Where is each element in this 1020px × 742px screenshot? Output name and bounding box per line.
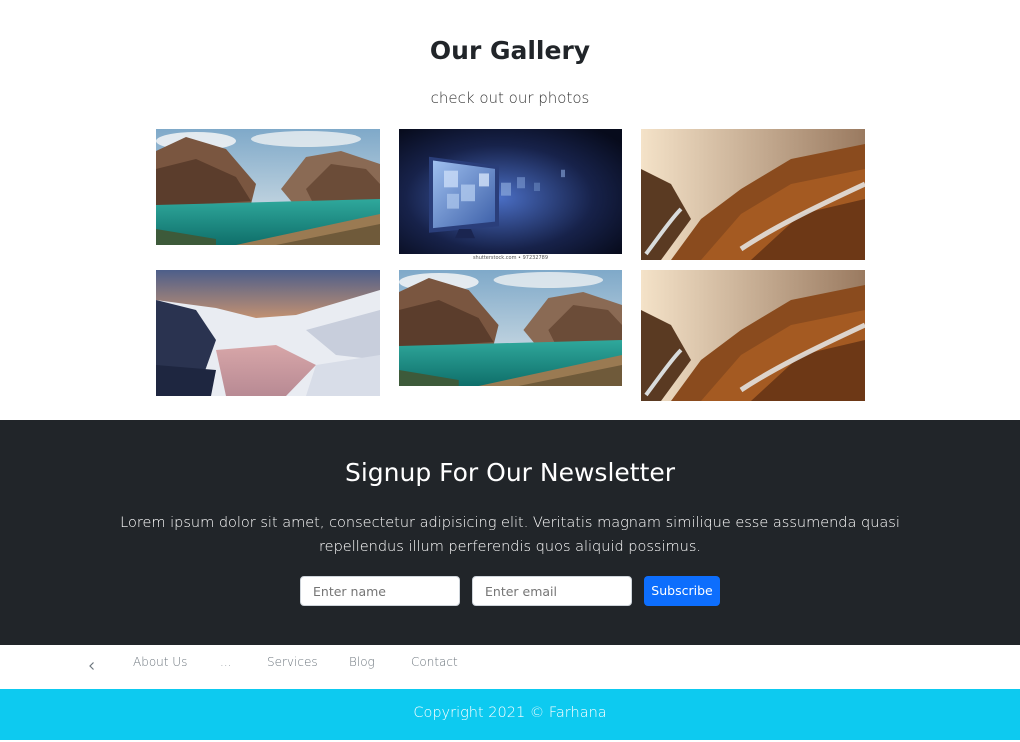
gallery-photo-monitor: shutterstock.com • 97232789 — [399, 129, 622, 264]
gallery-section: Our Gallery check out our photos shutter… — [0, 0, 1020, 420]
email-input[interactable] — [472, 576, 632, 606]
photo-watermark: shutterstock.com • 97232789 — [472, 255, 549, 261]
subscribe-button[interactable]: Subscribe — [644, 576, 720, 606]
gallery-photo-fjord-2 — [399, 270, 622, 386]
nav-link-more[interactable]: ... — [220, 655, 231, 669]
gallery-title: Our Gallery — [429, 36, 591, 65]
nav-link-about[interactable]: About Us — [133, 655, 187, 669]
newsletter-section: Signup For Our Newsletter Lorem ipsum do… — [0, 420, 1020, 645]
gallery-photo-fjord — [156, 129, 380, 245]
gallery-subtitle: check out our photos — [430, 89, 590, 107]
copyright-bar: Copyright 2021 © Farhana — [0, 689, 1020, 740]
nav-link-blog[interactable]: Blog — [349, 655, 375, 669]
nav-link-services[interactable]: Services — [267, 655, 318, 669]
newsletter-text: Lorem ipsum dolor sit amet, consectetur … — [120, 515, 900, 555]
footer-nav: About Us ... Services Blog Contact — [0, 645, 1020, 689]
gallery-photo-valley-2 — [641, 270, 865, 401]
copyright-text: Copyright 2021 © Farhana — [413, 705, 607, 721]
gallery-photo-valley — [641, 129, 865, 260]
nav-link-contact[interactable]: Contact — [411, 655, 458, 669]
name-input[interactable] — [300, 576, 460, 606]
gallery-photo-snow-lake — [156, 270, 380, 396]
newsletter-title: Signup For Our Newsletter — [344, 458, 676, 487]
chevron-left-icon[interactable] — [86, 657, 98, 670]
